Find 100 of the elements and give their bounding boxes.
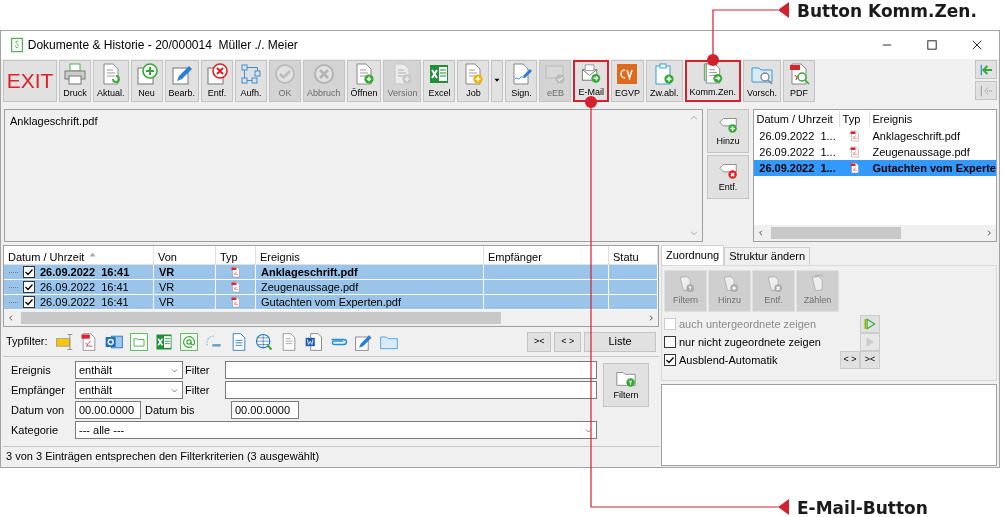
sticky-note-icon[interactable] [54,331,75,352]
checkbox[interactable] [23,266,35,278]
table-cell-text: 26.09.2022 16:41 [40,279,129,295]
checkbox[interactable] [664,354,676,366]
app-icon [9,37,25,53]
date-text: 26.09.2022 1... [758,160,837,176]
tab[interactable]: Struktur ändern [724,247,811,265]
scrollbar-thumb[interactable] [21,312,501,324]
delete-icon [205,62,230,86]
table-cell: VR [154,279,216,295]
nav-button[interactable]: >< [860,351,880,369]
toolbar-button[interactable]: Bearb. [164,60,200,102]
scroll-right-icon[interactable] [985,228,993,238]
table-cell: VR [154,294,216,310]
pointer-icon [778,2,789,18]
toolbar-button[interactable]: EGVP [611,60,644,102]
toolbar-button[interactable]: Excel [423,60,456,102]
toolbar-button[interactable]: Job [457,60,490,102]
pdf-icon [848,145,861,159]
option-label[interactable]: nur nicht zugeordnete zeigen [679,333,821,351]
scroll-up-icon[interactable] [689,113,700,123]
pdf-icon [848,129,861,143]
preview-text: Anklageschrift.pdf [9,114,99,129]
checkbox[interactable] [23,296,35,308]
column-header[interactable]: Typ [216,246,256,264]
dropdown-field[interactable]: enthält [75,361,183,379]
toolbar-button[interactable]: Entf. [201,60,234,102]
option-label[interactable]: Ausblend-Automatik [679,351,778,369]
list-row[interactable]: 26.09.2022 1... Anklageschrift.pdf [753,128,996,144]
field-label: Kategorie [10,422,60,438]
add-icon [134,62,159,86]
exit-button[interactable]: EXIT [3,60,57,102]
scroll-down-icon[interactable] [689,228,700,238]
dropdown-button[interactable] [491,60,504,102]
check-icon [273,62,298,86]
cv-logo-icon [615,62,640,86]
dropdown-field[interactable]: --- alle --- [75,421,597,439]
word-document-icon[interactable] [304,331,325,352]
column-header[interactable]: Typ [839,110,870,128]
toolbar-button[interactable]: E-Mail [573,60,609,102]
column-header[interactable]: Ereignis [256,246,484,264]
column-header[interactable]: Ereignis [869,110,990,128]
scroll-left-icon[interactable] [756,228,765,238]
toolbar-button[interactable]: Komm.Zen. [684,60,742,102]
dropdown-field[interactable]: enthält [75,381,183,399]
cancel-icon [311,62,336,86]
status-text: 3 von 3 Einträgen entsprechen den Filterkriterien (3 ausgewählt) [3,446,659,466]
column-header[interactable]: Von [154,246,216,264]
toolbar-button[interactable]: Aktual. [93,60,129,102]
add-button[interactable]: Hinzu [707,109,749,153]
panel-toggle-button[interactable] [975,81,997,100]
column-header[interactable]: Datum / Uhrzeit [4,246,154,264]
toolbar-button[interactable]: Zw.abl. [646,60,683,102]
tab[interactable]: Zuordnung [661,245,725,265]
scrollbar-thumb[interactable] [770,227,901,239]
checkbox[interactable] [664,336,676,348]
toolbar-button[interactable]: Vorsch. [743,60,782,102]
list-row[interactable]: 26.09.2022 1... Zeugenaussage.pdf [753,144,996,160]
toolbar-button[interactable]: PDF [783,60,816,102]
field-label: Filter [184,362,211,378]
table-cell: Zeugenaussage.pdf [256,279,484,295]
column-header[interactable]: Datum / Uhrzeit [753,110,840,128]
toolbar-button[interactable]: Öffnen [346,60,382,102]
pdf-icon [848,161,861,175]
filter-button[interactable]: Filtern [603,363,649,407]
input-field[interactable] [225,381,597,399]
at-sign-icon[interactable] [179,331,200,352]
date-text: 26.09.2022 1... [758,144,837,160]
toolbar-button[interactable]: Aufh. [235,60,268,102]
remove-button[interactable]: Entf. [707,155,749,199]
filter-button[interactable]: Liste [584,331,656,352]
pointer-icon [778,499,789,515]
field-label: Empfänger [10,382,66,398]
list-row[interactable]: 26.09.2022 1... Gutachten vom Experte [753,160,996,176]
callout-label: Button Komm.Zen. [797,0,977,23]
folder-icon[interactable] [129,331,150,352]
column-header[interactable]: Empfänger [484,246,609,264]
toolbar-button[interactable]: Neu [130,60,163,102]
toolbar-button[interactable]: Druck [59,60,91,102]
nav-button[interactable]: < > [840,351,860,369]
filter-button[interactable]: < > [554,331,582,352]
input-field[interactable] [225,361,597,379]
panel-toggle-button[interactable] [975,60,997,79]
pdf-search-icon [787,62,812,86]
date-field[interactable]: 00.00.0000 [231,401,299,419]
callout-label: E-Mail-Button [797,497,928,517]
toolbar-button[interactable]: Sign. [505,60,538,102]
filter-button[interactable]: >< [526,331,552,352]
checkbox[interactable] [23,281,35,293]
date-field[interactable]: 00.00.0000 [75,401,141,419]
scroll-left-icon[interactable] [7,313,15,323]
date-text: 26.09.2022 1... [758,128,837,144]
field-label: Ereignis [10,362,52,378]
globe-search-icon[interactable] [254,331,275,352]
printer-icon [63,62,87,86]
scroll-right-icon[interactable] [647,313,655,323]
nav-button[interactable] [860,315,880,333]
column-header[interactable]: Statu [609,246,658,264]
field-label: Filter [184,382,211,398]
sort-ascending-icon [88,250,98,259]
